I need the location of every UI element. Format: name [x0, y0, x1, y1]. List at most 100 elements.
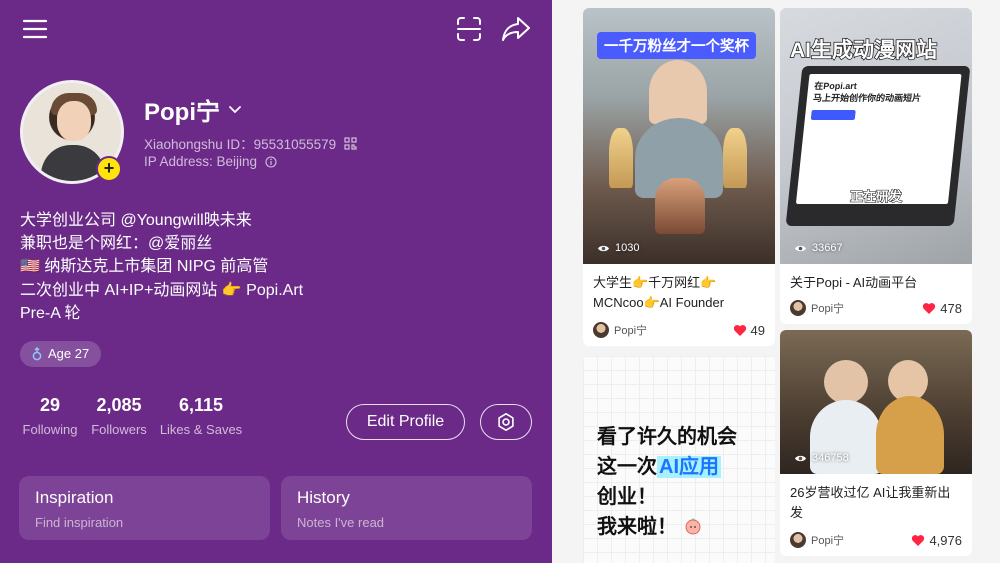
- profile-name: Popi宁: [144, 99, 220, 126]
- author-name: Popi宁: [614, 325, 648, 337]
- age-text: Age 27: [48, 346, 90, 361]
- author-name: Popi宁: [811, 535, 845, 547]
- cover-text-line: 创业！: [597, 486, 657, 508]
- cover-text-segment: 我来啦！: [597, 516, 677, 538]
- note-title: 关于Popi - AI动画平台: [790, 275, 918, 290]
- note-title: 大学生👉千万网红👉MCNcoo👉AI Founder: [593, 275, 725, 310]
- avatar-body: [41, 145, 105, 181]
- screen-button: [810, 110, 856, 120]
- age-badge: Age 27: [20, 341, 102, 367]
- settings-button[interactable]: [480, 404, 532, 440]
- user-id-line: Xiaohongshu ID：95531055579: [144, 133, 357, 153]
- author-avatar: [790, 300, 806, 316]
- cover-banner: AI生成动漫网站: [789, 38, 938, 63]
- note-cover-image: AI生成动漫网站 在Popi.art 马上开始创作你的动画短片 正在研发 336…: [780, 8, 972, 264]
- note-card[interactable]: 一千万粉丝才一个奖杯 1030 大学生👉千万网红👉MCNcoo👉AI Found…: [583, 8, 775, 346]
- author[interactable]: Popi宁: [790, 532, 844, 548]
- scan-icon[interactable]: [455, 15, 483, 43]
- person-figure: [876, 396, 944, 474]
- name-row[interactable]: Popi宁: [144, 92, 242, 127]
- stat-followers[interactable]: 2,085 Followers: [90, 395, 148, 437]
- share-icon[interactable]: [500, 14, 532, 44]
- view-count: 33667: [794, 242, 843, 254]
- notes-feed: 一千万粉丝才一个奖杯 1030 大学生👉千万网红👉MCNcoo👉AI Found…: [552, 0, 1000, 563]
- cover-text-line: 看了许久的机会: [597, 426, 737, 448]
- ip-address-text: IP Address: Beijing: [144, 154, 258, 169]
- like-button[interactable]: 4,976: [911, 533, 962, 548]
- note-footer: Popi宁 478: [790, 300, 962, 316]
- gear-icon: [496, 412, 516, 432]
- card-subtitle: Find inspiration: [35, 515, 124, 530]
- note-card[interactable]: 看了许久的机会 这一次 AI应用 创业！ 我来啦！: [583, 356, 775, 563]
- heart-icon: [733, 324, 747, 337]
- person-figure: [649, 60, 707, 124]
- stat-label: Likes & Saves: [159, 422, 243, 437]
- trophy-icon: [723, 128, 747, 188]
- view-count-text: 346758: [812, 452, 849, 464]
- in-development-tag: 正在研发: [849, 189, 903, 205]
- peach-icon: [683, 516, 703, 538]
- note-footer: Popi宁 49: [593, 322, 765, 338]
- view-count: 1030: [597, 242, 639, 254]
- history-card[interactable]: History Notes I've read: [281, 476, 532, 540]
- cover-banner: 一千万粉丝才一个奖杯: [597, 32, 756, 59]
- note-cover-image: 看了许久的机会 这一次 AI应用 创业！ 我来啦！: [583, 356, 775, 563]
- screen-title: 在Popi.art: [813, 81, 858, 91]
- profile-panel: + Popi宁 Xiaohongshu ID：95531055579 IP Ad…: [0, 0, 552, 563]
- stat-number: 29: [39, 395, 61, 415]
- author-name: Popi宁: [811, 303, 845, 315]
- ip-address-line: IP Address: Beijing: [144, 154, 277, 169]
- screen-subtitle: 马上开始创作你的动画短片: [812, 93, 922, 103]
- note-cover-image: 一千万粉丝才一个奖杯 1030: [583, 8, 775, 264]
- cover-text: 看了许久的机会 这一次 AI应用 创业！ 我来啦！: [597, 422, 737, 542]
- user-id-text: Xiaohongshu ID：95531055579: [144, 137, 337, 152]
- bio-line: 二次创业中 AI+IP+动画网站 👉 Popi.Art: [20, 281, 304, 299]
- edit-profile-button[interactable]: Edit Profile: [346, 404, 465, 440]
- author-avatar: [593, 322, 609, 338]
- info-icon[interactable]: [265, 155, 277, 168]
- inspiration-card[interactable]: Inspiration Find inspiration: [19, 476, 270, 540]
- stat-number: 6,115: [178, 395, 224, 415]
- note-cover-image: 346758: [780, 330, 972, 474]
- heart-icon: [922, 302, 936, 315]
- highlight-text: AI应用: [657, 456, 721, 478]
- note-card[interactable]: AI生成动漫网站 在Popi.art 马上开始创作你的动画短片 正在研发 336…: [780, 8, 972, 324]
- menu-icon[interactable]: [22, 16, 48, 42]
- author[interactable]: Popi宁: [593, 322, 647, 338]
- like-count: 4,976: [929, 532, 962, 548]
- eye-icon: [597, 244, 610, 253]
- view-count-text: 1030: [615, 242, 640, 254]
- avatar-face: [57, 101, 91, 141]
- view-count-text: 33667: [812, 242, 843, 254]
- card-subtitle: Notes I've read: [297, 515, 385, 530]
- stat-number: 2,085: [96, 395, 142, 415]
- like-count: 49: [750, 322, 765, 338]
- note-title: 26岁营收过亿 AI让我重新出发: [790, 485, 951, 520]
- author-avatar: [790, 532, 806, 548]
- view-count: 346758: [794, 452, 849, 464]
- note-footer: Popi宁 4,976: [790, 532, 962, 548]
- eye-icon: [794, 244, 807, 253]
- like-button[interactable]: 49: [733, 323, 765, 338]
- bio-line: Pre-A 轮: [20, 304, 81, 322]
- bio-line: 🇺🇸 纳斯达克上市集团 NIPG 前高管: [20, 258, 269, 276]
- trophy-icon: [609, 128, 633, 188]
- add-story-icon[interactable]: +: [96, 156, 122, 182]
- stat-likes-saves[interactable]: 6,115 Likes & Saves: [158, 395, 244, 437]
- card-title: History: [297, 488, 350, 507]
- note-card[interactable]: 346758 26岁营收过亿 AI让我重新出发 Popi宁 4,976: [780, 330, 972, 556]
- stat-following[interactable]: 29 Following: [20, 395, 80, 437]
- cover-text-line: 这一次 AI应用: [597, 452, 737, 482]
- heart-icon: [911, 534, 925, 547]
- cover-text-segment: 这一次: [597, 456, 657, 478]
- author[interactable]: Popi宁: [790, 300, 844, 316]
- like-button[interactable]: 478: [922, 301, 962, 316]
- stat-label: Followers: [91, 422, 147, 437]
- qr-code-icon[interactable]: [344, 136, 357, 150]
- gender-icon: [32, 347, 42, 361]
- stat-label: Following: [22, 422, 78, 437]
- cover-text-line: 我来啦！: [597, 512, 737, 542]
- bio-line: 大学创业公司 @Youngwill映未来: [20, 212, 252, 229]
- like-count: 478: [940, 300, 962, 316]
- eye-icon: [794, 454, 807, 463]
